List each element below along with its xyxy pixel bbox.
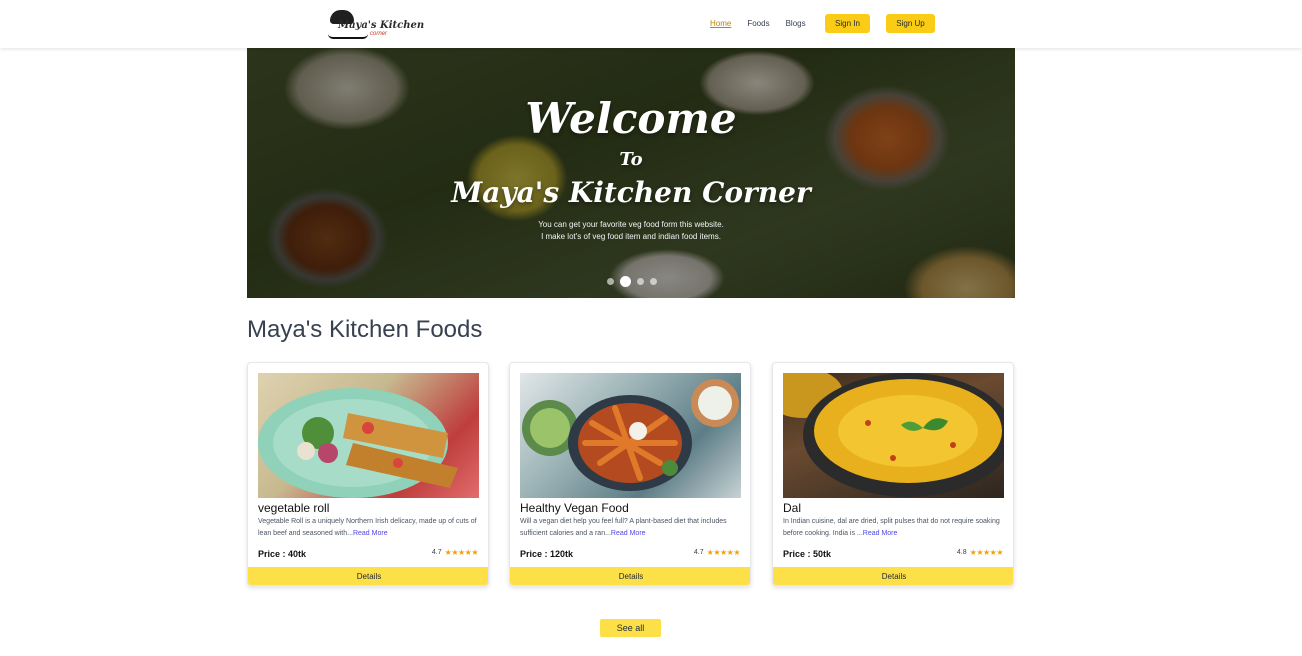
nav-links: Home Foods Blogs [710, 14, 822, 34]
hero-desc-line-2: I make lot's of veg food item and indian… [541, 232, 721, 241]
hero-title-to: To [619, 149, 643, 170]
nav-link-foods[interactable]: Foods [747, 14, 769, 34]
food-name: vegetable roll [258, 501, 330, 515]
food-name: Dal [783, 501, 802, 515]
hero-title-brand: Maya's Kitchen Corner [451, 176, 811, 209]
carousel-dot-3[interactable] [637, 278, 644, 285]
section-title: Maya's Kitchen Foods [247, 316, 483, 343]
food-image-dal [783, 373, 1004, 498]
food-image-vegetable-roll [258, 373, 479, 498]
see-all-button[interactable]: See all [600, 619, 661, 637]
rating-value: 4.7 [693, 549, 704, 556]
read-more-link[interactable]: Read More [863, 530, 898, 537]
nav-link-home[interactable]: Home [710, 14, 731, 34]
navbar: Maya's Kitchen corner Home Foods Blogs S… [0, 0, 1302, 48]
details-button[interactable]: Details [510, 567, 750, 585]
food-rating: 4.7 ★★★★★ [693, 548, 741, 557]
rating-value: 4.8 [956, 549, 967, 556]
vegetable-roll-illustration [258, 388, 458, 498]
food-price: Price : 50tk [783, 549, 832, 559]
sign-in-button[interactable]: Sign In [825, 14, 870, 33]
food-description: Vegetable Roll is a uniquely Northern Ir… [258, 516, 480, 540]
carousel-dot-2[interactable] [620, 276, 631, 287]
carousel-dot-4[interactable] [650, 278, 657, 285]
food-description: Will a vegan diet help you feel full? A … [520, 516, 742, 540]
food-rating: 4.8 ★★★★★ [956, 548, 1004, 557]
food-description: In Indian cuisine, dal are dried, split … [783, 516, 1005, 540]
site-logo[interactable]: Maya's Kitchen corner [326, 8, 424, 40]
logo-subtext: corner [370, 31, 388, 37]
food-rating: 4.7 ★★★★★ [431, 548, 479, 557]
read-more-link[interactable]: Read More [353, 530, 388, 537]
carousel-dot-1[interactable] [607, 278, 614, 285]
food-card: Healthy Vegan Food Will a vegan diet hel… [509, 362, 751, 586]
vegan-food-illustration [522, 379, 739, 491]
star-rating-icon: ★★★★★ [969, 548, 1004, 557]
food-name: Healthy Vegan Food [520, 501, 629, 515]
dal-illustration [783, 373, 1004, 497]
food-card: Dal In Indian cuisine, dal are dried, sp… [772, 362, 1014, 586]
logo-swoosh [328, 34, 368, 39]
sign-up-button[interactable]: Sign Up [886, 14, 935, 33]
hero-title-welcome: Welcome [525, 94, 737, 143]
hero-carousel: Welcome To Maya's Kitchen Corner You can… [247, 48, 1015, 298]
star-rating-icon: ★★★★★ [706, 548, 741, 557]
details-button[interactable]: Details [248, 567, 488, 585]
rating-value: 4.7 [431, 549, 442, 556]
carousel-indicators [607, 276, 663, 287]
nav-link-blogs[interactable]: Blogs [786, 14, 806, 34]
read-more-link[interactable]: Read More [611, 530, 646, 537]
food-card: vegetable roll Vegetable Roll is a uniqu… [247, 362, 489, 586]
hero-desc-line-1: You can get your favorite veg food form … [538, 220, 724, 229]
food-price: Price : 120tk [520, 549, 574, 559]
hero-overlay [247, 48, 1015, 298]
star-rating-icon: ★★★★★ [444, 548, 479, 557]
details-button[interactable]: Details [773, 567, 1013, 585]
food-price: Price : 40tk [258, 549, 307, 559]
logo-text: Maya's Kitchen [338, 20, 425, 31]
food-image-healthy-vegan-food [520, 373, 741, 498]
